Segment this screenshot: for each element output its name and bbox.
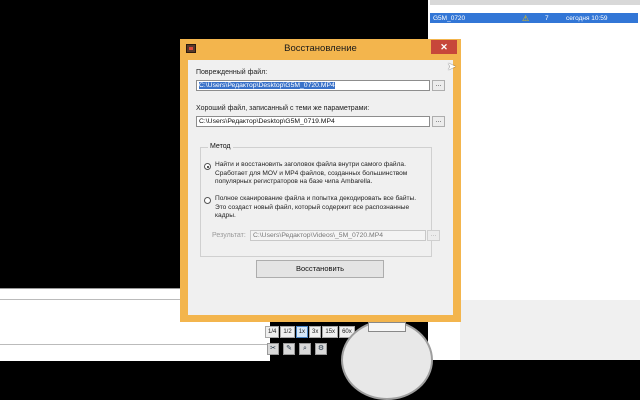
lower-right-panel: [460, 300, 640, 360]
option-full-scan-radio[interactable]: [204, 197, 211, 204]
good-file-label: Хороший файл, записанный с теми же парам…: [196, 105, 370, 112]
speed-button-active[interactable]: 1x: [295, 326, 309, 338]
zoom-icon[interactable]: ⌕: [299, 343, 311, 355]
speed-button[interactable]: 3x: [309, 326, 322, 338]
method-label: Метод: [208, 143, 233, 150]
list-row-selected[interactable]: G5M_0720 7 ⚠ сегодня 10:59: [430, 13, 638, 23]
speed-button[interactable]: 1/2: [280, 326, 295, 338]
option1-line: Найти и восстановить заголовок файла вну…: [215, 161, 406, 168]
list-row-name: G5M_0720: [433, 14, 466, 22]
dialog-title: Восстановление: [284, 43, 357, 54]
option2-line: Это создаст новый файл, который содержит…: [215, 203, 410, 211]
result-value: C:\Users\Редактор\Videos\_5M_0720.MP4: [253, 232, 384, 239]
player-tools: ✂ ✎ ⌕ ⚙: [267, 343, 327, 355]
list-row-count: 7: [545, 14, 549, 22]
restore-dialog: Восстановление ✕ Поврежденный файл: C:\U…: [180, 39, 461, 322]
damaged-file-label: Поврежденный файл:: [196, 69, 268, 76]
option-header-search-radio[interactable]: [204, 163, 211, 170]
speed-buttons: 1/4 1/2 1x 3x 15x 60x: [265, 326, 355, 338]
pen-icon[interactable]: ✎: [283, 343, 295, 355]
damaged-file-field[interactable]: C:\Users\Редактор\Desktop\G5M_0720.MP4: [196, 80, 430, 91]
browse-damaged-button[interactable]: ...: [432, 80, 445, 91]
list-row-date: сегодня 10:59: [566, 14, 608, 22]
option2-line: кадры.: [215, 212, 236, 219]
option2-line: Полное сканирование файла и попытка деко…: [215, 195, 417, 202]
list-header-strip: [430, 0, 640, 5]
browse-result-button: ...: [427, 230, 440, 241]
option1-line: Сработает для MOV и MP4 файлов, созданны…: [215, 169, 408, 177]
speed-button[interactable]: 1/4: [265, 326, 280, 338]
speed-button[interactable]: 15x: [322, 326, 339, 338]
option-full-scan-text: Полное сканирование файла и попытка деко…: [215, 195, 416, 221]
result-field: C:\Users\Редактор\Videos\_5M_0720.MP4: [250, 230, 426, 241]
speed-gauge: [341, 320, 433, 400]
good-file-field[interactable]: C:\Users\Редактор\Desktop\G5M_0719.MP4: [196, 116, 430, 127]
settings-icon[interactable]: ⚙: [315, 343, 327, 355]
option-header-search-text: Найти и восстановить заголовок файла вну…: [215, 161, 407, 187]
result-label: Результат:: [212, 232, 246, 239]
restore-button[interactable]: Восстановить: [256, 260, 384, 278]
damaged-file-value: C:\Users\Редактор\Desktop\G5M_0720.MP4: [199, 82, 335, 89]
gauge-readout: [368, 322, 406, 332]
good-file-value: C:\Users\Редактор\Desktop\G5M_0719.MP4: [199, 118, 335, 125]
dialog-titlebar[interactable]: Восстановление ✕: [180, 39, 461, 59]
cut-icon[interactable]: ✂: [267, 343, 279, 355]
option1-line: популярных регистраторов на базе чипа Am…: [215, 178, 373, 185]
mouse-cursor-icon: ➤: [447, 61, 457, 73]
warning-icon: ⚠: [522, 13, 530, 23]
close-button[interactable]: ✕: [431, 40, 457, 54]
browse-good-button[interactable]: ...: [432, 116, 445, 127]
